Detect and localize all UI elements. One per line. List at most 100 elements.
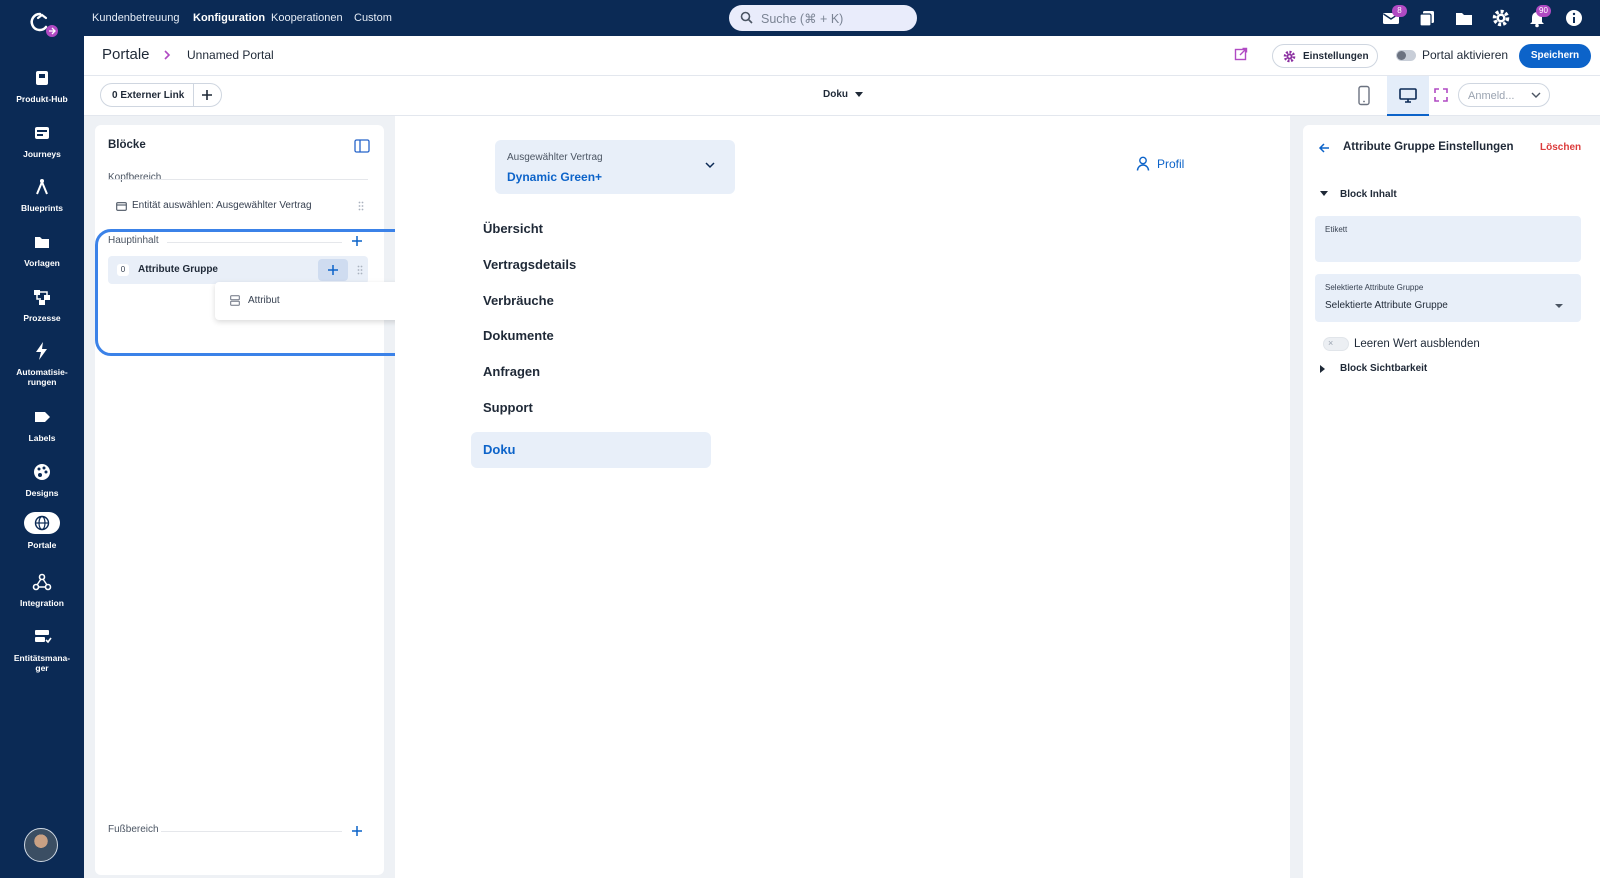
sidebar-item-label: Blueprints bbox=[20, 203, 64, 213]
topnav-kooperationen[interactable]: Kooperationen bbox=[271, 12, 343, 24]
main-sidebar: Produkt-Hub Journeys Blueprints Vorlagen… bbox=[0, 0, 84, 878]
etikett-field[interactable]: Etikett bbox=[1315, 216, 1581, 262]
portal-menu-item[interactable]: Dokumente bbox=[483, 328, 554, 343]
attribute-group-select[interactable]: Selektierte Attribute Gruppe Selektierte… bbox=[1315, 274, 1581, 322]
topnav-konfiguration[interactable]: Konfiguration bbox=[193, 12, 265, 24]
settings-button-label: Einstellungen bbox=[1303, 51, 1369, 62]
topnav-kundenbetreuung[interactable]: Kundenbetreuung bbox=[92, 12, 179, 24]
block-content-label: Block Inhalt bbox=[1340, 189, 1397, 200]
sidebar-item-label: Portale bbox=[27, 540, 57, 550]
hide-empty-label: Leeren Wert ausblenden bbox=[1354, 338, 1480, 350]
page-select[interactable]: Doku bbox=[823, 89, 863, 100]
entity-icon bbox=[32, 627, 52, 647]
settings-title: Attribute Gruppe Einstellungen bbox=[1343, 141, 1514, 153]
attribute-group-label: Selektierte Attribute Gruppe bbox=[1325, 283, 1424, 292]
sidebar-item-prozesse[interactable]: Prozesse bbox=[0, 287, 84, 323]
journey-icon bbox=[32, 123, 52, 143]
desktop-preview-tab[interactable] bbox=[1387, 76, 1429, 116]
bolt-icon bbox=[32, 341, 52, 361]
folder-icon[interactable] bbox=[1454, 8, 1474, 28]
contract-select[interactable]: Ausgewählter Vertrag Dynamic Green+ bbox=[495, 140, 735, 194]
portal-activate-toggle[interactable] bbox=[1396, 50, 1416, 61]
portal-menu-item[interactable]: Vertragsdetails bbox=[483, 257, 576, 272]
portal-preview: Ausgewählter Vertrag Dynamic Green+ Prof… bbox=[395, 116, 1290, 878]
sidebar-item-entitaetsmanager[interactable]: Entitätsmana- ger bbox=[0, 627, 84, 673]
page-header: Portale Unnamed Portal Einstellungen Por… bbox=[84, 36, 1600, 76]
sidebar-item-designs[interactable]: Designs bbox=[0, 462, 84, 498]
panel-toggle-icon[interactable] bbox=[354, 139, 370, 153]
contract-select-value: Dynamic Green+ bbox=[507, 170, 603, 184]
login-select[interactable]: Anmeld... bbox=[1458, 83, 1550, 107]
portal-activate-label: Portal aktivieren bbox=[1422, 48, 1509, 62]
external-link-icon[interactable] bbox=[1234, 47, 1248, 61]
drag-handle-icon[interactable] bbox=[358, 201, 364, 211]
section-footer-label: Fußbereich bbox=[108, 824, 159, 835]
mobile-preview-icon[interactable] bbox=[1357, 85, 1371, 107]
sidebar-item-label: Prozesse bbox=[23, 313, 61, 323]
caret-down-icon bbox=[855, 92, 863, 97]
divider bbox=[108, 179, 368, 180]
portal-menu-item[interactable]: Support bbox=[483, 400, 533, 415]
mail-badge: 8 bbox=[1392, 5, 1407, 17]
process-icon bbox=[32, 287, 52, 307]
contract-select-label: Ausgewählter Vertrag bbox=[507, 152, 603, 163]
portal-menu-item[interactable]: Verbräuche bbox=[483, 293, 554, 308]
sidebar-item-label: Labels bbox=[28, 433, 56, 443]
sidebar-item-label: Vorlagen bbox=[24, 258, 60, 268]
sidebar-item-labels[interactable]: Labels bbox=[0, 407, 84, 443]
close-icon: × bbox=[1328, 338, 1334, 348]
page-title[interactable]: Portale bbox=[102, 46, 150, 63]
hide-empty-toggle[interactable]: × bbox=[1323, 337, 1349, 351]
box-icon bbox=[32, 68, 52, 88]
sidebar-item-automatisierungen[interactable]: Automatisie- rungen bbox=[0, 341, 84, 387]
add-external-link-icon[interactable] bbox=[200, 88, 214, 102]
back-arrow-icon[interactable] bbox=[1318, 142, 1330, 154]
portal-menu-active-label: Doku bbox=[483, 442, 516, 457]
fullscreen-icon[interactable] bbox=[1434, 88, 1448, 102]
settings-button[interactable]: Einstellungen bbox=[1272, 44, 1378, 68]
desktop-icon bbox=[1399, 88, 1417, 103]
search-icon bbox=[740, 11, 753, 24]
compass-icon bbox=[32, 177, 52, 197]
block-visibility-label: Block Sichtbarkeit bbox=[1340, 363, 1428, 374]
sidebar-item-journeys[interactable]: Journeys bbox=[0, 123, 84, 159]
sidebar-item-integration[interactable]: Integration bbox=[0, 572, 84, 608]
header-block-label: Entität auswählen: Ausgewählter Vertrag bbox=[132, 200, 312, 211]
portal-menu-item-active[interactable]: Doku bbox=[471, 432, 711, 468]
divider bbox=[161, 831, 342, 832]
copy-icon[interactable] bbox=[1417, 8, 1437, 28]
gear-icon bbox=[1283, 50, 1296, 63]
section-header-label: Kopfbereich bbox=[108, 172, 162, 183]
app-logo[interactable] bbox=[28, 10, 60, 38]
palette-icon bbox=[32, 462, 52, 482]
sidebar-item-label: Designs bbox=[25, 488, 59, 498]
bell-icon[interactable]: 90 bbox=[1527, 5, 1551, 28]
profile-label: Profil bbox=[1157, 157, 1185, 171]
sidebar-item-label: Automatisie- rungen bbox=[16, 367, 68, 387]
mail-icon[interactable]: 8 bbox=[1381, 5, 1407, 28]
delete-button[interactable]: Löschen bbox=[1540, 142, 1581, 153]
sidebar-item-portale[interactable]: Portale bbox=[0, 512, 84, 550]
sidebar-item-label: Entitätsmana- ger bbox=[13, 653, 71, 673]
sidebar-item-produkt-hub[interactable]: Produkt-Hub bbox=[0, 68, 84, 104]
info-icon[interactable] bbox=[1564, 8, 1584, 28]
search-placeholder: Suche (⌘ + K) bbox=[761, 12, 844, 26]
sidebar-item-blueprints[interactable]: Blueprints bbox=[0, 177, 84, 213]
search-input[interactable]: Suche (⌘ + K) bbox=[729, 5, 917, 31]
top-bar: Kundenbetreuung Konfiguration Kooperatio… bbox=[84, 0, 1600, 36]
editor-toolbar: 0 Externer Link Doku Anmeld... bbox=[84, 76, 1600, 116]
user-avatar[interactable] bbox=[24, 828, 58, 862]
caret-down-icon bbox=[1320, 191, 1328, 196]
external-link-button[interactable]: 0 Externer Link bbox=[112, 90, 184, 101]
attribute-group-value: Selektierte Attribute Gruppe bbox=[1325, 300, 1448, 311]
sidebar-item-label: Integration bbox=[20, 598, 64, 608]
topnav-custom[interactable]: Custom bbox=[354, 12, 392, 24]
portal-menu-item[interactable]: Anfragen bbox=[483, 364, 540, 379]
portal-menu-item[interactable]: Übersicht bbox=[483, 221, 543, 236]
sidebar-item-vorlagen[interactable]: Vorlagen bbox=[0, 232, 84, 268]
label-icon bbox=[32, 407, 52, 427]
add-footer-block-icon[interactable] bbox=[351, 825, 363, 837]
save-button[interactable]: Speichern bbox=[1519, 44, 1591, 68]
sidebar-item-label: Produkt-Hub bbox=[16, 94, 68, 104]
gear-icon[interactable] bbox=[1491, 8, 1511, 28]
